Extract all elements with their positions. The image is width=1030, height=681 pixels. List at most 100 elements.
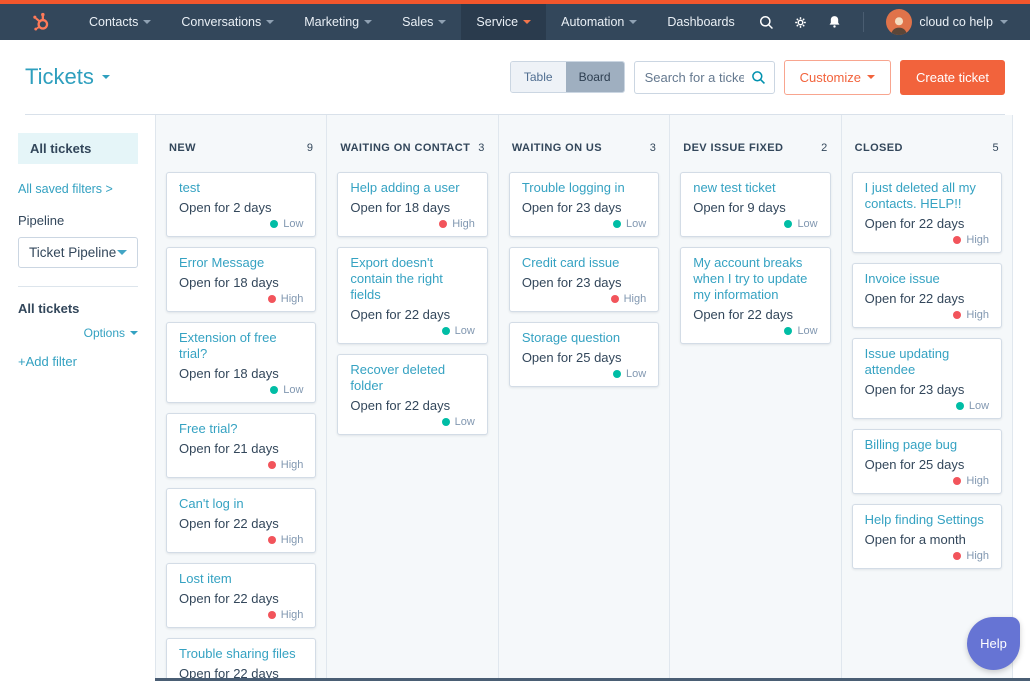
column-cards: new test ticket Open for 9 days Low My acco… [670,172,840,344]
page-header: Tickets Table Board Customize Create tic… [0,40,1030,114]
ticket-card[interactable]: Lost item Open for 22 days High [166,563,317,628]
ticket-title[interactable]: Lost item [179,571,303,587]
ticket-card[interactable]: Trouble logging in Open for 23 days Low [508,172,660,237]
view-toggle-table[interactable]: Table [510,62,566,92]
ticket-title[interactable]: Help finding Settings [865,512,989,528]
ticket-card[interactable]: Storage question Open for 25 days Low [508,322,660,387]
board-column-dev-issue-fixed: DEV ISSUE FIXED 2 new test ticket Open for … [670,115,842,681]
ticket-title[interactable]: Can't log in [179,496,303,512]
ticket-title[interactable]: Storage question [522,330,646,346]
priority-dot-icon [439,220,448,228]
ticket-title[interactable]: Extension of free trial? [179,330,303,362]
ticket-priority: Low [693,324,818,338]
priority-label: High [966,475,990,487]
ticket-open-duration: Open for 22 days [179,591,279,606]
search-icon[interactable] [751,7,781,37]
board-column-closed: CLOSED 5 I just deleted all my contacts. H… [842,115,1013,681]
ticket-card[interactable]: My account breaks when I try to update m… [680,247,831,344]
ticket-card[interactable]: Issue updating attendee Open for 23 days L… [851,338,1003,419]
ticket-card[interactable]: Help finding Settings Open for a month Hig… [851,504,1003,569]
chevron-down-icon [143,20,152,24]
ticket-priority: High [179,292,303,306]
ticket-title[interactable]: new test ticket [693,180,817,196]
ticket-open-duration: Open for 23 days [864,382,965,397]
kanban-board: NEW 9 test Open for 2 days Low Error Message O… [155,115,1013,681]
chevron-down-icon [364,20,373,24]
ticket-card[interactable]: Can't log in Open for 22 days High [166,488,317,553]
ticket-title[interactable]: Credit card issue [522,255,646,271]
ticket-card[interactable]: Free trial? Open for 21 days High [166,413,317,478]
ticket-card[interactable]: Help adding a user Open for 18 days High [337,172,488,237]
nav-item-automation[interactable]: Automation [546,4,652,40]
customize-button[interactable]: Customize [783,59,892,95]
ticket-title[interactable]: Billing page bug [865,437,989,453]
ticket-card[interactable]: new test ticket Open for 9 days Low [680,172,831,237]
nav-divider [863,12,865,32]
ticket-card[interactable]: Export doesn't contain the right fields O… [337,247,488,344]
ticket-title[interactable]: I just deleted all my contacts. HELP!! [865,180,989,212]
ticket-card[interactable]: Extension of free trial? Open for 18 days… [166,322,317,403]
ticket-title[interactable]: Free trial? [179,421,303,437]
chevron-down-icon [438,20,447,24]
ticket-title[interactable]: Recover deleted folder [350,362,474,394]
chevron-down-icon [523,20,532,24]
ticket-title[interactable]: Trouble sharing files [179,646,303,662]
priority-dot-icon [610,295,619,303]
ticket-title[interactable]: Help adding a user [350,180,474,196]
view-toggle-board[interactable]: Board [565,62,624,92]
ticket-title[interactable]: test [179,180,303,196]
column-cards: Help adding a user Open for 18 days High Ex… [327,172,497,435]
avatar [886,9,913,35]
nav-item-service[interactable]: Service [461,4,547,40]
create-ticket-button[interactable]: Create ticket [900,59,1005,95]
help-button[interactable]: Help [967,617,1020,670]
ticket-card[interactable]: Invoice issue Open for 22 days High [851,263,1003,328]
ticket-priority: High [865,308,989,322]
sidebar-item-all-tickets[interactable]: All tickets [18,133,138,164]
all-saved-filters-link[interactable]: All saved filters > [18,182,113,196]
chevron-down-icon [1000,20,1008,24]
add-filter-button[interactable]: +Add filter [18,354,138,369]
account-menu[interactable]: cloud co help [878,9,1016,35]
hubspot-logo-icon[interactable] [30,11,52,33]
nav-item-sales[interactable]: Sales [387,4,461,40]
search-icon[interactable] [750,69,767,91]
priority-dot-icon [784,327,793,335]
ticket-title[interactable]: Trouble logging in [522,180,646,196]
ticket-open-duration: Open for 2 days [179,200,272,215]
nav-item-conversations[interactable]: Conversations [166,4,289,40]
ticket-card[interactable]: Error Message Open for 18 days High [166,247,317,312]
sidebar-divider [18,286,138,287]
ticket-title[interactable]: Invoice issue [865,271,989,287]
ticket-title[interactable]: My account breaks when I try to update m… [693,255,817,303]
gear-icon[interactable] [785,7,815,37]
priority-label: High [452,218,475,230]
header-controls: Table Board Customize Create ticket [509,59,1005,95]
priority-label: Low [797,325,818,337]
options-label: Options [83,326,125,340]
ticket-title[interactable]: Issue updating attendee [865,346,989,378]
column-count: 3 [649,142,657,154]
ticket-open-duration: Open for 25 days [521,350,622,365]
ticket-open-duration: Open for 23 days [521,275,622,290]
ticket-card[interactable]: Trouble sharing filesOpen for 22 daysHig… [166,638,317,681]
priority-label: Low [454,416,475,428]
nav-item-marketing[interactable]: Marketing [289,4,387,40]
nav-item-contacts[interactable]: Contacts [74,4,166,40]
customize-button-label: Customize [799,69,862,85]
ticket-card[interactable]: test Open for 2 days Low [166,172,317,237]
nav-item-dashboards[interactable]: Dashboards [652,4,749,40]
ticket-title[interactable]: Export doesn't contain the right fields [350,255,474,303]
ticket-card[interactable]: I just deleted all my contacts. HELP!! Op… [851,172,1003,253]
ticket-card[interactable]: Credit card issue Open for 23 days High [508,247,660,312]
priority-dot-icon [953,477,962,485]
ticket-priority: High [179,608,303,622]
options-menu[interactable]: Options [18,326,138,340]
page-title[interactable]: Tickets [25,64,110,90]
ticket-card[interactable]: Billing page bug Open for 25 days High [851,429,1003,494]
ticket-title[interactable]: Error Message [179,255,303,271]
pipeline-select[interactable]: Ticket Pipeline [18,237,138,268]
bell-icon[interactable] [819,7,849,37]
priority-dot-icon [267,536,276,544]
ticket-card[interactable]: Recover deleted folder Open for 22 days Lo… [337,354,488,435]
